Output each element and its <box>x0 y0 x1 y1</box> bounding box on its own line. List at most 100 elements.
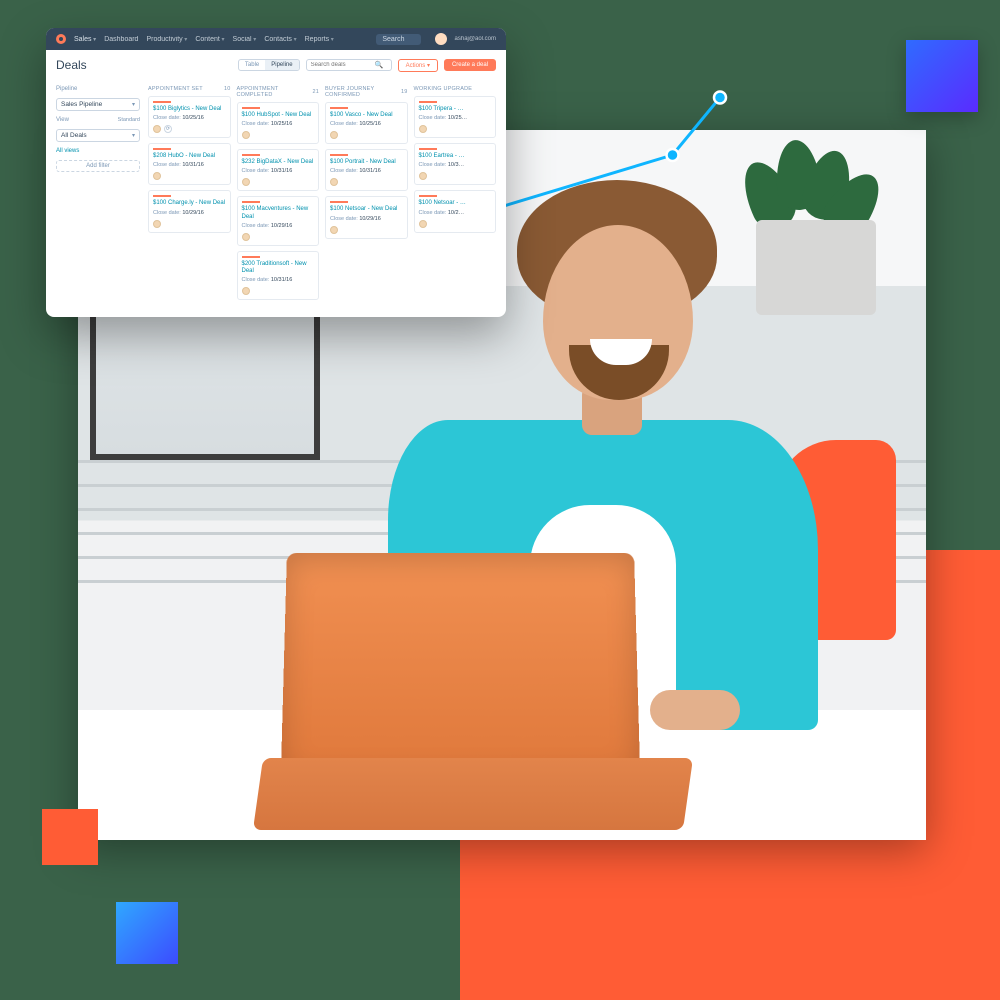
card-accent <box>153 101 171 103</box>
deal-title: $100 HubSpot - New Deal <box>242 112 315 119</box>
card-accent <box>419 148 437 150</box>
owner-avatar-icon <box>242 178 250 186</box>
column-title: BUYER JOURNEY CONFIRMED <box>325 86 401 98</box>
card-accent <box>419 101 437 103</box>
deal-close-date: Close date: 10/31/16 <box>242 277 315 283</box>
deal-close-date: Close date: 10/29/16 <box>330 216 403 222</box>
nav-dashboard[interactable]: Dashboard <box>104 36 138 43</box>
deal-title: $200 Traditionsoft - New Deal <box>242 261 315 275</box>
nav-social[interactable]: Social <box>233 36 257 43</box>
create-deal-button[interactable]: Create a deal <box>444 59 496 71</box>
deal-title: $100 Tripera - … <box>419 106 492 113</box>
column-count: 10 <box>224 86 231 92</box>
card-accent <box>153 148 171 150</box>
deal-card[interactable]: $100 Vasco - New Deal Close date: 10/25/… <box>325 102 408 144</box>
deal-close-date: Close date: 10/25/16 <box>153 115 226 121</box>
card-accent <box>330 154 348 156</box>
accent-square-orange <box>42 809 98 865</box>
deal-close-date: Close date: 10/2… <box>419 210 492 216</box>
column-title: APPOINTMENT COMPLETED <box>237 86 313 98</box>
nav-contacts[interactable]: Contacts <box>264 36 296 43</box>
deal-title: $100 Portrait - New Deal <box>330 159 403 166</box>
deal-title: $232 BigDataX - New Deal <box>242 159 315 166</box>
owner-avatar-icon <box>242 287 250 295</box>
deal-close-date: Close date: 10/31/16 <box>153 162 226 168</box>
deal-card[interactable]: $208 HubO - New Deal Close date: 10/31/1… <box>148 143 231 185</box>
actions-button[interactable]: Actions ▾ <box>398 59 438 72</box>
owner-avatar-icon <box>242 131 250 139</box>
user-avatar-icon[interactable] <box>435 33 447 45</box>
deal-card[interactable]: $100 HubSpot - New Deal Close date: 10/2… <box>237 102 320 144</box>
brand-logo-icon <box>56 34 66 44</box>
deal-card[interactable]: $200 Traditionsoft - New Deal Close date… <box>237 251 320 300</box>
card-accent <box>419 195 437 197</box>
brand-menu[interactable]: Sales <box>74 36 96 43</box>
deal-title: $100 Netsoar - New Deal <box>330 206 403 213</box>
all-views-link[interactable]: All views <box>56 148 140 154</box>
owner-avatar-icon <box>153 172 161 180</box>
toggle-table[interactable]: Table <box>239 60 265 70</box>
deal-card[interactable]: $100 Macventures - New Deal Close date: … <box>237 196 320 245</box>
owner-avatar-icon <box>330 178 338 186</box>
card-accent <box>242 256 260 258</box>
view-label: View <box>56 117 69 123</box>
deal-close-date: Close date: 10/31/16 <box>242 168 315 174</box>
deal-close-date: Close date: 10/31/16 <box>330 168 403 174</box>
view-select[interactable]: All Deals <box>56 129 140 142</box>
laptop-icon <box>258 550 688 830</box>
toggle-pipeline[interactable]: Pipeline <box>265 60 298 70</box>
nav-content[interactable]: Content <box>195 36 224 43</box>
card-accent <box>330 201 348 203</box>
deal-card[interactable]: $100 Tripera - … Close date: 10/25… <box>414 96 497 138</box>
deal-card[interactable]: $100 Netsoar - … Close date: 10/2… <box>414 190 497 232</box>
owner-avatar-icon <box>330 131 338 139</box>
nav-productivity[interactable]: Productivity <box>146 36 187 43</box>
page-title: Deals <box>56 58 87 72</box>
kanban-column: WORKING UPGRADE $100 Tripera - … Close d… <box>414 86 497 305</box>
deals-search-input[interactable] <box>311 62 371 68</box>
deal-title: $100 Netsoar - … <box>419 200 492 207</box>
trend-point-icon <box>714 92 726 104</box>
deal-close-date: Close date: 10/29/16 <box>242 223 315 229</box>
column-title: APPOINTMENT SET <box>148 86 203 92</box>
user-email[interactable]: ashaj@aol.com <box>455 36 496 42</box>
owner-avatar-icon <box>153 125 161 133</box>
deal-title: $100 Eartrea - … <box>419 153 492 160</box>
deals-search[interactable]: 🔍 <box>306 59 392 71</box>
owner-avatar-icon <box>330 226 338 234</box>
filter-sidebar: Pipeline Sales Pipeline View Standard Al… <box>56 86 140 305</box>
deal-card[interactable]: $232 BigDataX - New Deal Close date: 10/… <box>237 149 320 191</box>
column-count: 19 <box>401 89 408 95</box>
nav-reports[interactable]: Reports <box>305 36 334 43</box>
deal-close-date: Close date: 10/3… <box>419 162 492 168</box>
owner-avatar-icon <box>242 233 250 241</box>
pipeline-select[interactable]: Sales Pipeline <box>56 98 140 111</box>
card-accent <box>242 154 260 156</box>
owner-avatar-icon <box>419 220 427 228</box>
card-accent <box>242 107 260 109</box>
kanban-board: APPOINTMENT SET 10 $100 Biglytics - New D… <box>148 86 496 305</box>
deal-card[interactable]: $100 Charge.ly - New Deal Close date: 10… <box>148 190 231 232</box>
deal-title: $208 HubO - New Deal <box>153 153 226 160</box>
crm-nav: Dashboard Productivity Content Social Co… <box>104 36 334 43</box>
crm-topbar: Sales Dashboard Productivity Content Soc… <box>46 28 506 50</box>
kanban-column: BUYER JOURNEY CONFIRMED19 $100 Vasco - N… <box>325 86 408 305</box>
card-accent <box>242 201 260 203</box>
view-toggle[interactable]: Table Pipeline <box>238 59 300 71</box>
deal-title: $100 Biglytics - New Deal <box>153 106 226 113</box>
deal-close-date: Close date: 10/25/16 <box>330 121 403 127</box>
column-title: WORKING UPGRADE <box>414 86 473 92</box>
accent-square-blue-bottom <box>116 902 178 964</box>
deal-card[interactable]: $100 Eartrea - … Close date: 10/3… <box>414 143 497 185</box>
deal-card[interactable]: $100 Portrait - New Deal Close date: 10/… <box>325 149 408 191</box>
crm-dashboard-card: Sales Dashboard Productivity Content Soc… <box>46 28 506 317</box>
add-filter-button[interactable]: Add filter <box>56 160 140 172</box>
deal-close-date: Close date: 10/25/16 <box>242 121 315 127</box>
deal-card[interactable]: $100 Netsoar - New Deal Close date: 10/2… <box>325 196 408 238</box>
global-search-input[interactable]: Search <box>376 34 420 45</box>
view-hint: Standard <box>118 117 140 123</box>
deal-card[interactable]: $100 Biglytics - New Deal Close date: 10… <box>148 96 231 138</box>
search-icon: 🔍 <box>375 61 384 69</box>
accent-square-blue-top <box>906 40 978 112</box>
owner-avatar-icon <box>419 172 427 180</box>
